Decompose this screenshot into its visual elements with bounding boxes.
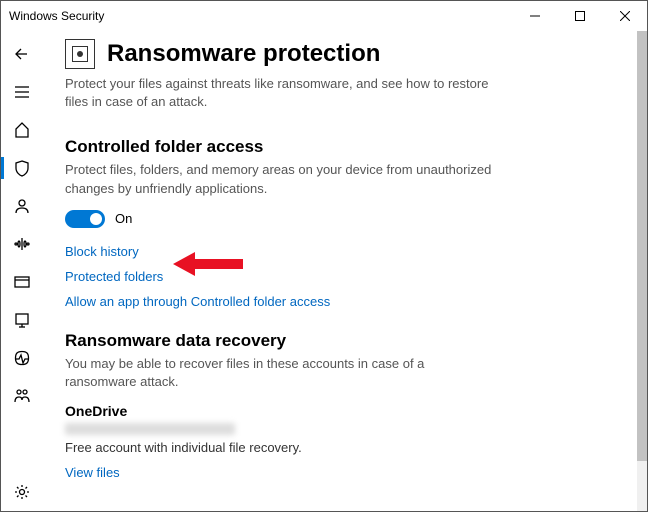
sidebar-item-virus-protection[interactable] xyxy=(1,149,43,187)
link-protected-folders[interactable]: Protected folders xyxy=(65,269,617,284)
ransomware-icon xyxy=(65,39,95,69)
onedrive-desc: Free account with individual file recove… xyxy=(65,440,617,455)
sidebar-item-firewall[interactable] xyxy=(1,225,43,263)
sidebar-item-home[interactable] xyxy=(1,111,43,149)
recovery-heading: Ransomware data recovery xyxy=(65,331,617,351)
titlebar: Windows Security xyxy=(1,1,647,31)
menu-button[interactable] xyxy=(1,73,43,111)
link-block-history[interactable]: Block history xyxy=(65,244,617,259)
close-button[interactable] xyxy=(602,1,647,31)
window-title: Windows Security xyxy=(9,9,104,23)
link-view-files[interactable]: View files xyxy=(65,465,617,480)
sidebar-item-family-options[interactable] xyxy=(1,377,43,415)
recovery-description: You may be able to recover files in thes… xyxy=(65,355,495,391)
onedrive-account-redacted xyxy=(65,423,235,435)
sidebar-item-device-performance[interactable] xyxy=(1,339,43,377)
sidebar xyxy=(1,31,43,511)
cfa-toggle-label: On xyxy=(115,211,132,226)
sidebar-item-device-security[interactable] xyxy=(1,301,43,339)
main-content: Ransomware protection Protect your files… xyxy=(43,31,647,511)
sidebar-item-app-browser[interactable] xyxy=(1,263,43,301)
link-allow-app[interactable]: Allow an app through Controlled folder a… xyxy=(65,294,617,309)
scrollbar-thumb[interactable] xyxy=(637,31,647,461)
sidebar-item-account-protection[interactable] xyxy=(1,187,43,225)
cfa-toggle[interactable] xyxy=(65,210,105,228)
minimize-button[interactable] xyxy=(512,1,557,31)
scrollbar-track[interactable] xyxy=(637,31,647,511)
window: Windows Security xyxy=(0,0,648,512)
page-title: Ransomware protection xyxy=(107,40,380,68)
back-button[interactable] xyxy=(1,35,43,73)
onedrive-title: OneDrive xyxy=(65,403,617,419)
cfa-heading: Controlled folder access xyxy=(65,137,617,157)
page-description: Protect your files against threats like … xyxy=(65,75,495,111)
cfa-description: Protect files, folders, and memory areas… xyxy=(65,161,495,197)
sidebar-item-settings[interactable] xyxy=(1,473,43,511)
maximize-button[interactable] xyxy=(557,1,602,31)
